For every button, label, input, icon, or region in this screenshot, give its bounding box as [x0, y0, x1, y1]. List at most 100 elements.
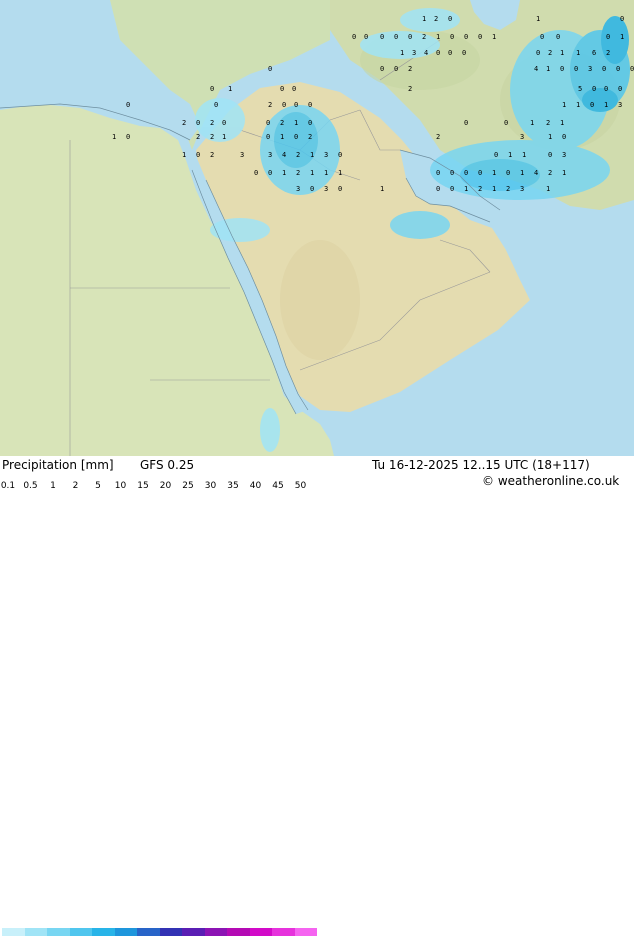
precip-value: 1 — [548, 133, 553, 141]
legend-swatch — [137, 928, 160, 936]
precip-value: 1 — [546, 65, 551, 73]
precip-value: 2 — [436, 133, 441, 141]
precip-value: 0 — [294, 133, 299, 141]
precip-value: 0 — [280, 85, 285, 93]
precip-value: 0 — [436, 169, 441, 177]
model-label: GFS 0.25 — [140, 458, 195, 472]
precip-value: 1 — [546, 185, 551, 193]
precip-value: 4 — [534, 169, 539, 177]
precip-value: 1 — [576, 101, 581, 109]
precip-value: 2 — [506, 185, 511, 193]
precip-value: 2 — [296, 151, 301, 159]
precip-value: 0 — [436, 49, 441, 57]
legend-colorbar — [2, 928, 317, 936]
precip-value: 0 — [560, 65, 565, 73]
precip-value: 2 — [210, 151, 215, 159]
precip-value: 1 — [338, 169, 343, 177]
precip-value: 0 — [478, 169, 483, 177]
precip-value: 3 — [520, 185, 525, 193]
precip-value: 1 — [508, 151, 513, 159]
precip-value: 0 — [352, 33, 357, 41]
precip-value: 2 — [548, 169, 553, 177]
precip-value: 0 — [478, 33, 483, 41]
precip-value: 0 — [464, 169, 469, 177]
precip-value: 0 — [214, 101, 219, 109]
precip-value: 0 — [450, 33, 455, 41]
precip-value: 0 — [210, 85, 215, 93]
legend-swatch — [294, 928, 317, 936]
precip-value: 0 — [126, 133, 131, 141]
precip-value: 1 — [492, 185, 497, 193]
legend-swatch — [272, 928, 295, 936]
precip-value: 0 — [338, 151, 343, 159]
precip-value: 2 — [478, 185, 483, 193]
precip-value: 1 — [520, 169, 525, 177]
legend-swatch — [47, 928, 70, 936]
precip-value: 1 — [282, 169, 287, 177]
legend-swatch — [2, 928, 25, 936]
precip-value: 0 — [464, 119, 469, 127]
precip-value: 3 — [520, 133, 525, 141]
precip-value: 2 — [546, 119, 551, 127]
precip-value: 0 — [394, 33, 399, 41]
precip-value: 2 — [182, 119, 187, 127]
precip-value: 0 — [448, 15, 453, 23]
precip-value: 3 — [268, 151, 273, 159]
precip-value: 0 — [196, 119, 201, 127]
precip-value: 0 — [592, 85, 597, 93]
legend-swatch — [204, 928, 227, 936]
precip-value: 6 — [592, 49, 597, 57]
precip-value: 3 — [324, 151, 329, 159]
legend-swatch — [159, 928, 182, 936]
precip-value: 1 — [380, 185, 385, 193]
precip-value: 0 — [448, 49, 453, 57]
precip-value: 0 — [556, 33, 561, 41]
precip-value: 1 — [562, 169, 567, 177]
precip-value: 3 — [562, 151, 567, 159]
precip-value: 0 — [266, 119, 271, 127]
precip-value: 0 — [562, 133, 567, 141]
precip-value: 0 — [506, 169, 511, 177]
map-canvas — [0, 0, 634, 456]
precip-value: 0 — [590, 101, 595, 109]
precip-value: 1 — [228, 85, 233, 93]
precip-value: 0 — [294, 101, 299, 109]
precip-value: 0 — [282, 101, 287, 109]
precip-value: 2 — [210, 119, 215, 127]
precip-value: 0 — [630, 65, 634, 73]
precip-value: 2 — [408, 65, 413, 73]
precipitation-map: 1201000000210001000113400002116200024100… — [0, 0, 634, 456]
precip-value: 0 — [268, 169, 273, 177]
precip-value: 1 — [530, 119, 535, 127]
precip-value: 0 — [254, 169, 259, 177]
precip-value: 2 — [296, 169, 301, 177]
precip-value: 2 — [422, 33, 427, 41]
precip-value: 1 — [562, 101, 567, 109]
legend-swatch — [249, 928, 272, 936]
precip-value: 0 — [540, 33, 545, 41]
precip-value: 2 — [408, 85, 413, 93]
precip-value: 0 — [364, 33, 369, 41]
precip-value: 2 — [280, 119, 285, 127]
precip-value: 0 — [616, 65, 621, 73]
precip-value: 1 — [560, 119, 565, 127]
precip-value: 1 — [294, 119, 299, 127]
precip-value: 0 — [126, 101, 131, 109]
precip-value: 0 — [574, 65, 579, 73]
legend-swatch — [227, 928, 250, 936]
precip-value: 0 — [268, 65, 273, 73]
precip-value: 1 — [400, 49, 405, 57]
precip-value: 0 — [380, 65, 385, 73]
precip-value: 0 — [292, 85, 297, 93]
precip-value: 0 — [308, 119, 313, 127]
precip-value: 3 — [240, 151, 245, 159]
precip-value: 4 — [534, 65, 539, 73]
precip-value: 0 — [408, 33, 413, 41]
precip-value: 0 — [450, 185, 455, 193]
product-label: Precipitation [mm] — [2, 458, 114, 472]
precip-value: 2 — [548, 49, 553, 57]
precip-value: 5 — [578, 85, 583, 93]
legend-swatch — [92, 928, 115, 936]
precip-value: 0 — [464, 33, 469, 41]
precip-value: 0 — [604, 85, 609, 93]
